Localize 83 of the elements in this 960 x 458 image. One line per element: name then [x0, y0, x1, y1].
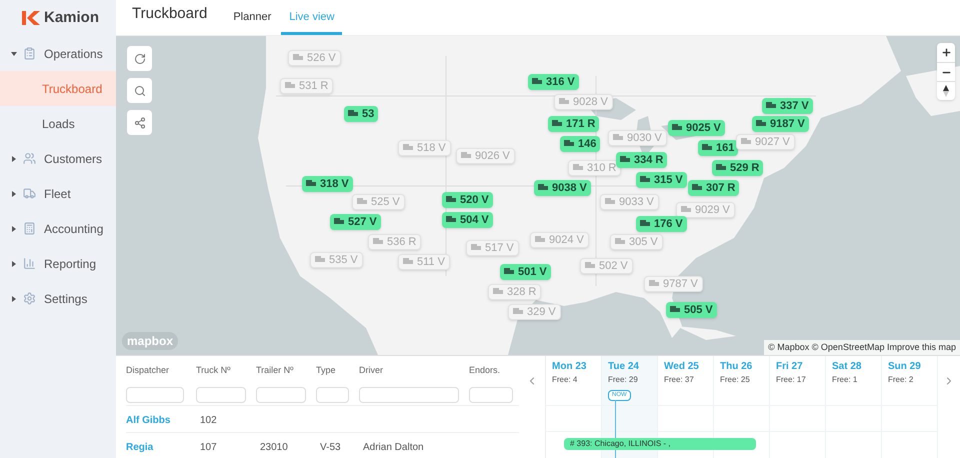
free-count: Free: 29 — [608, 374, 638, 386]
table-cell-text: 23010 — [259, 442, 288, 453]
sidebar-item[interactable]: Customers — [0, 141, 116, 176]
free-count: Free: 1 — [832, 374, 858, 386]
day-label: Fri 27 — [776, 360, 803, 374]
caret-icon — [11, 226, 17, 232]
filter-field[interactable] — [359, 386, 459, 402]
table-cell-text: 107 — [199, 442, 217, 453]
truck-marker[interactable]: 9025 V — [668, 120, 725, 136]
load-bar[interactable]: # 393: Chicago, ILLINOIS - , — [564, 438, 756, 450]
truck-marker[interactable]: 334 R — [616, 152, 668, 168]
truck-marker[interactable]: 316 V — [528, 74, 579, 90]
truck-marker[interactable]: 161 — [698, 140, 738, 156]
search-icon — [134, 84, 146, 96]
bar-chart-icon — [23, 257, 36, 270]
share-button[interactable] — [127, 110, 152, 135]
free-count: Free: 37 — [664, 374, 694, 386]
day-label: Sun 29 — [888, 360, 921, 374]
truck-marker[interactable]: 171 R — [548, 116, 600, 132]
sidebar-item[interactable]: Reporting — [0, 246, 116, 281]
sidebar-item[interactable]: Settings — [0, 281, 116, 316]
filter-field[interactable] — [196, 386, 246, 402]
truck-marker[interactable]: 176 V — [636, 216, 687, 232]
logo-icon — [22, 11, 40, 25]
free-count: Free: 4 — [552, 374, 578, 386]
settings-icon — [23, 292, 36, 305]
truck-marker[interactable]: 504 V — [442, 212, 493, 228]
table-cell-text: 102 — [199, 415, 217, 426]
truck-marker[interactable]: 505 V — [666, 302, 717, 318]
column-header: Endors. — [469, 364, 502, 377]
caret-icon — [11, 190, 17, 196]
truck-marker[interactable]: 53 — [344, 106, 378, 122]
day-label: Mon 23 — [552, 360, 586, 374]
refresh-icon — [134, 52, 146, 64]
column-header: Truck Nº — [196, 364, 232, 377]
sidebar-subitem[interactable]: Loads — [0, 106, 116, 141]
filter-field[interactable] — [256, 386, 306, 402]
free-count: Free: 17 — [776, 374, 806, 386]
table-cell-text: Adrian Dalton — [362, 442, 424, 453]
clipboard-icon — [23, 47, 36, 60]
truck-marker[interactable]: 501 V — [500, 264, 551, 280]
map-attribution: © Mapbox © OpenStreetMap Improve this map — [764, 340, 960, 355]
compass-icon — [943, 85, 949, 97]
day-label: Thu 26 — [720, 360, 752, 374]
map-logo: mapbox — [122, 332, 178, 350]
truck-marker[interactable]: 337 V — [762, 98, 813, 114]
column-header: Trailer Nº — [256, 364, 294, 377]
truck-marker[interactable]: 307 R — [688, 180, 740, 196]
truck-marker[interactable]: 9187 V — [752, 116, 809, 132]
truck-marker[interactable]: 318 V — [302, 176, 353, 192]
day-label: Wed 25 — [664, 360, 699, 374]
truck-marker[interactable]: 315 V — [636, 172, 687, 188]
column-header: Type — [316, 364, 337, 377]
truck-marker[interactable]: 527 V — [330, 214, 381, 230]
table-cell-text: V-53 — [319, 442, 341, 453]
sidebar-item[interactable]: Fleet — [0, 176, 116, 211]
day-label: Sat 28 — [832, 360, 862, 374]
truck-marker[interactable]: 520 V — [442, 192, 493, 208]
view-tab[interactable]: Planner — [225, 3, 280, 35]
truck-marker[interactable]: 529 R — [712, 160, 764, 176]
search-button[interactable] — [127, 78, 152, 103]
filter-field[interactable] — [126, 386, 184, 402]
plus-icon — [940, 47, 952, 58]
share-icon — [134, 116, 146, 128]
refresh-button[interactable] — [127, 46, 152, 71]
caret-icon — [11, 260, 17, 266]
brand-name: Kamion — [44, 8, 100, 28]
people-icon — [23, 152, 36, 165]
sidebar-item[interactable]: Accounting — [0, 211, 116, 246]
sidebar-item[interactable]: Operations — [0, 36, 116, 71]
page-title: Truckboard — [132, 4, 208, 24]
filter-field[interactable] — [469, 386, 513, 402]
day-label: Tue 24 — [608, 360, 639, 374]
free-count: Free: 2 — [888, 374, 914, 386]
truck-marker[interactable]: 146 — [560, 136, 600, 152]
caret-icon — [11, 296, 17, 302]
caret-icon — [11, 50, 17, 56]
column-header: Driver — [359, 364, 384, 377]
truck-marker[interactable]: 9038 V — [534, 180, 591, 196]
free-count: Free: 25 — [720, 374, 750, 386]
column-header: Dispatcher — [126, 364, 170, 377]
filter-field[interactable] — [316, 386, 349, 402]
caret-icon — [11, 156, 17, 162]
